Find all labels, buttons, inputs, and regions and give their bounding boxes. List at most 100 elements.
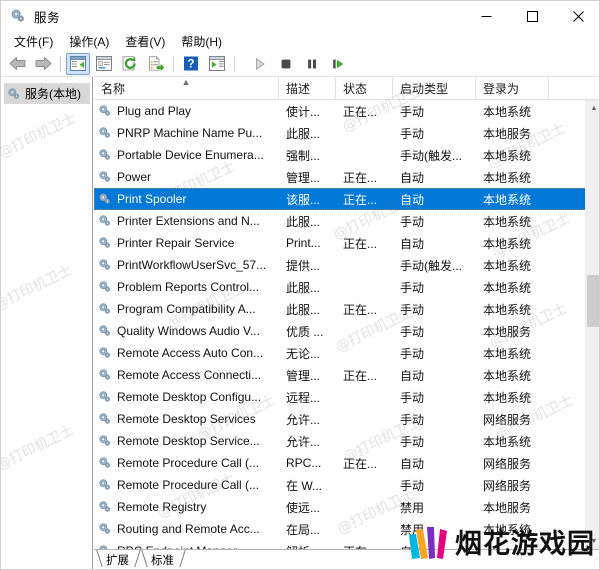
column-log-on-as[interactable]: 登录为 xyxy=(476,77,549,100)
minimize-icon[interactable] xyxy=(463,1,509,31)
export-list-icon[interactable] xyxy=(144,53,168,75)
table-row[interactable]: Print Spooler 该服... 正在... 自动 本地系统 xyxy=(94,188,599,210)
table-row[interactable]: Problem Reports Control... 此服... 手动 本地系统 xyxy=(94,276,599,298)
help-icon[interactable]: ? xyxy=(179,53,203,75)
view-tabs: 扩展 标准 xyxy=(94,549,599,569)
start-service-icon[interactable] xyxy=(248,53,272,75)
service-logon-cell xyxy=(476,540,549,549)
table-row[interactable]: RPC Endpoint Mapper解析 ...正在...自动 xyxy=(94,540,599,549)
services-window: 服务 文件(F) 操作(A) 查看(V) 帮助(H) ? 服务(本地) @打印机… xyxy=(0,0,600,570)
service-name-cell: Portable Device Enumera... xyxy=(94,144,279,166)
table-row[interactable]: PNRP Machine Name Pu... 此服... 手动 本地服务 xyxy=(94,122,599,144)
menu-file[interactable]: 文件(F) xyxy=(7,32,60,51)
service-status-cell: 正在... xyxy=(343,104,378,119)
service-name-label: Remote Procedure Call (... xyxy=(117,456,260,470)
menu-help[interactable]: 帮助(H) xyxy=(174,32,229,51)
table-row[interactable]: Remote Desktop Service... 允许... 手动 本地系统 xyxy=(94,430,599,452)
sidebar-item-services-local[interactable]: 服务(本地) xyxy=(4,83,90,104)
watermark: @打印机卫士 xyxy=(0,110,79,162)
stop-service-icon[interactable] xyxy=(274,53,298,75)
table-row[interactable]: Remote Registry 使远... 禁用 本地服务 xyxy=(94,496,599,518)
table-row[interactable]: Program Compatibility A... 此服... 正在... 手动 本地… xyxy=(94,298,599,320)
service-status-cell: 正在... xyxy=(343,192,378,207)
service-status-cell: 正在... xyxy=(343,236,378,251)
scroll-down-icon[interactable]: ▼ xyxy=(586,533,599,549)
service-startup-cell: 手动 xyxy=(400,412,425,427)
vertical-scrollbar[interactable]: ▲ ▼ xyxy=(585,100,599,549)
column-status[interactable]: 状态 xyxy=(336,77,393,100)
table-row[interactable]: Quality Windows Audio V... 优质 ... 手动 本地服务 xyxy=(94,320,599,342)
service-gear-icon xyxy=(98,478,112,492)
show-hide-tree-icon[interactable] xyxy=(66,52,90,75)
column-description[interactable]: 描述 xyxy=(279,77,336,100)
table-row[interactable]: Remote Procedure Call (... 在 W... 手动 网络服务 xyxy=(94,474,599,496)
menu-view[interactable]: 查看(V) xyxy=(118,32,172,51)
table-row[interactable]: Plug and Play 使计... 正在... 手动 本地系统 xyxy=(94,100,599,122)
content-area: 服务(本地) @打印机卫士 @打印机卫士 @打印机卫士 名称 ▲ 描述 状态 启… xyxy=(0,77,599,569)
table-row[interactable]: Power 管理... 正在... 自动 本地系统 xyxy=(94,166,599,188)
menu-action[interactable]: 操作(A) xyxy=(62,32,116,51)
service-description-cell: 无论... xyxy=(286,346,321,361)
service-name-label: Plug and Play xyxy=(117,104,192,118)
service-name-label: PNRP Machine Name Pu... xyxy=(117,126,263,140)
service-gear-icon xyxy=(98,500,112,514)
service-description-cell: 允许... xyxy=(286,434,321,449)
service-name-cell: Program Compatibility A... xyxy=(94,298,279,320)
service-name-cell: Remote Procedure Call (... xyxy=(94,474,279,496)
maximize-icon[interactable] xyxy=(509,1,555,31)
service-name-cell: Remote Registry xyxy=(94,496,279,518)
service-description-cell: 管理... xyxy=(286,170,321,185)
service-description-cell: 优质 ... xyxy=(286,324,324,339)
column-startup-type[interactable]: 启动类型 xyxy=(393,77,476,100)
table-row[interactable]: Remote Access Connecti... 管理... 正在... 自动 本地系… xyxy=(94,364,599,386)
svg-text:?: ? xyxy=(187,59,194,71)
service-name-cell: Remote Access Auto Con... xyxy=(94,342,279,364)
service-logon-cell: 网络服务 xyxy=(483,412,532,427)
table-row[interactable]: Routing and Remote Acc... 在局... 禁用 本地系统 xyxy=(94,518,599,540)
pause-service-icon[interactable] xyxy=(300,53,324,75)
service-gear-icon xyxy=(98,390,112,404)
properties-icon[interactable] xyxy=(92,53,116,75)
service-startup-cell: 手动 xyxy=(400,214,425,229)
service-name-label: Quality Windows Audio V... xyxy=(117,324,260,338)
service-status-cell xyxy=(336,518,393,540)
service-gear-icon xyxy=(98,280,112,294)
service-status-cell xyxy=(336,276,393,298)
table-row[interactable]: Portable Device Enumera... 强制... 手动(触发... 本… xyxy=(94,144,599,166)
service-status-cell xyxy=(336,254,393,276)
restart-service-icon[interactable] xyxy=(326,53,350,75)
services-gear-icon xyxy=(10,8,26,24)
close-icon[interactable] xyxy=(555,1,599,31)
table-row[interactable]: PrintWorkflowUserSvc_57... 提供... 手动(触发... 本… xyxy=(94,254,599,276)
table-row[interactable]: Printer Extensions and N... 此服... 手动 本地系统 xyxy=(94,210,599,232)
service-startup-cell: 手动(触发... xyxy=(400,148,462,163)
show-action-pane-icon[interactable] xyxy=(205,53,229,75)
service-status-cell xyxy=(336,320,393,342)
service-startup-cell: 手动 xyxy=(400,478,425,493)
column-name[interactable]: 名称 ▲ xyxy=(94,77,279,100)
service-logon-cell: 本地服务 xyxy=(483,500,532,515)
service-name-cell: PrintWorkflowUserSvc_57... xyxy=(94,254,279,276)
table-row[interactable]: Remote Desktop Configu... 远程... 手动 本地系统 xyxy=(94,386,599,408)
services-list[interactable]: Plug and Play 使计... 正在... 手动 本地系统 PNRP Machin… xyxy=(94,100,599,549)
tab-standard[interactable]: 标准 xyxy=(141,550,186,569)
service-logon-cell: 本地服务 xyxy=(483,324,532,339)
scrollbar-thumb[interactable] xyxy=(587,275,599,327)
service-gear-icon xyxy=(98,434,112,448)
service-description-cell: 远程... xyxy=(286,390,321,405)
scroll-up-icon[interactable]: ▲ xyxy=(586,100,599,116)
refresh-icon[interactable] xyxy=(118,53,142,75)
table-row[interactable]: Remote Access Auto Con... 无论... 手动 本地系统 xyxy=(94,342,599,364)
back-icon[interactable] xyxy=(5,53,29,75)
forward-icon[interactable] xyxy=(31,53,55,75)
service-name-label: Power xyxy=(117,170,152,184)
service-logon-cell: 本地系统 xyxy=(483,390,532,405)
table-row[interactable]: Printer Repair Service Print... 正在... 自动 本地系… xyxy=(94,232,599,254)
table-row[interactable]: Remote Desktop Services 允许... 手动 网络服务 xyxy=(94,408,599,430)
table-row[interactable]: Remote Procedure Call (... RPC... 正在... 自动 网… xyxy=(94,452,599,474)
service-name-cell: Routing and Remote Acc... xyxy=(94,518,279,540)
tab-extended[interactable]: 扩展 xyxy=(96,550,141,569)
service-gear-icon xyxy=(98,126,112,140)
service-gear-icon xyxy=(98,170,112,184)
service-name-cell: Problem Reports Control... xyxy=(94,276,279,298)
